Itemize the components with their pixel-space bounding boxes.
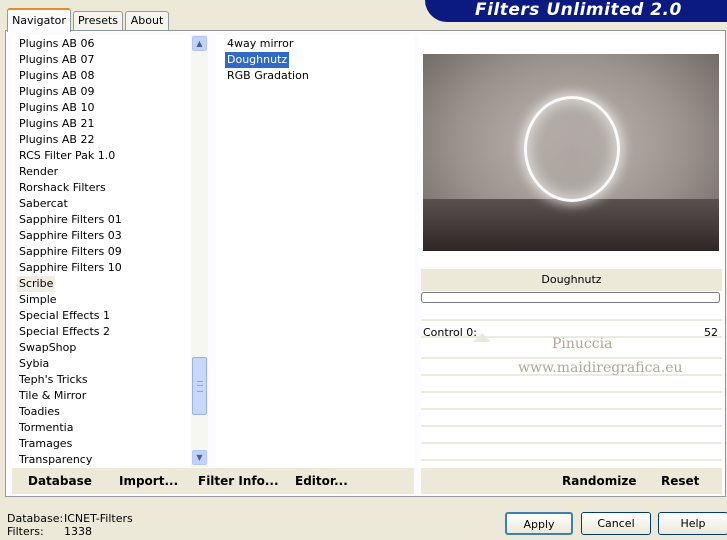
doughnut-ring <box>524 96 620 202</box>
category-item[interactable]: Sybia <box>19 356 49 372</box>
filter-item[interactable]: 4way mirror <box>225 36 295 52</box>
filters-label: Filters: <box>7 525 44 538</box>
progress-bar <box>421 292 720 303</box>
category-item[interactable]: Render <box>19 164 58 180</box>
import-button[interactable]: Import... <box>119 474 178 488</box>
category-item[interactable]: Special Effects 1 <box>19 308 110 324</box>
category-item[interactable]: Special Effects 2 <box>19 324 110 340</box>
database-label: Database: <box>7 512 64 525</box>
editor-button[interactable]: Editor... <box>295 474 348 488</box>
database-value: ICNET-Filters <box>64 512 133 525</box>
filter-item[interactable]: Doughnutz <box>225 52 290 68</box>
category-item[interactable]: Sabercat <box>19 196 68 212</box>
filter-list[interactable]: 4way mirror Doughnutz RGB Gradation <box>216 35 414 467</box>
category-item[interactable]: Simple <box>19 292 57 308</box>
apply-button[interactable]: Apply <box>505 512 573 535</box>
category-item[interactable]: Plugins AB 22 <box>19 132 94 148</box>
filters-count: 1338 <box>64 525 92 538</box>
scroll-up-button[interactable]: ▲ <box>192 36 207 51</box>
preview-image <box>423 54 719 251</box>
preview-floor <box>423 199 719 251</box>
tab-presets[interactable]: Presets <box>73 11 123 30</box>
category-item[interactable]: SwapShop <box>19 340 76 356</box>
category-item[interactable]: Plugins AB 08 <box>19 68 94 84</box>
help-button[interactable]: Help <box>658 512 727 535</box>
control-0-slider[interactable] <box>473 333 491 342</box>
category-item[interactable]: Plugins AB 09 <box>19 84 94 100</box>
category-item[interactable]: Transparency <box>19 452 92 467</box>
database-button[interactable]: Database <box>28 474 92 488</box>
tab-about[interactable]: About <box>125 11 169 30</box>
category-item[interactable]: Plugins AB 10 <box>19 100 94 116</box>
category-item[interactable]: Tramages <box>19 436 72 452</box>
category-scrollbar[interactable]: ▲ ▼ <box>191 35 208 467</box>
category-item[interactable]: Tile & Mirror <box>19 388 86 404</box>
category-item[interactable]: Sapphire Filters 03 <box>19 228 122 244</box>
scroll-thumb[interactable] <box>192 357 207 415</box>
category-item[interactable]: Sapphire Filters 01 <box>19 212 122 228</box>
tab-navigator[interactable]: Navigator <box>7 8 71 32</box>
category-item[interactable]: Sapphire Filters 10 <box>19 260 122 276</box>
category-item[interactable]: Scribe <box>17 276 56 292</box>
category-item[interactable]: Sapphire Filters 09 <box>19 244 122 260</box>
category-item[interactable]: Teph's Tricks <box>19 372 88 388</box>
grip-icon <box>197 381 203 392</box>
filter-info-button[interactable]: Filter Info... <box>198 474 279 488</box>
category-item[interactable]: Plugins AB 06 <box>19 36 94 52</box>
watermark-url: www.maidiregrafica.eu <box>518 360 683 376</box>
filter-item[interactable]: RGB Gradation <box>225 68 311 84</box>
watermark-name: Pinuccia <box>552 336 613 352</box>
category-item[interactable]: Plugins AB 07 <box>19 52 94 68</box>
scroll-down-button[interactable]: ▼ <box>192 450 207 465</box>
category-item[interactable]: Toadies <box>19 404 60 420</box>
category-item[interactable]: Rorshack Filters <box>19 180 106 196</box>
app-title: Filters Unlimited 2.0 <box>475 0 682 20</box>
cancel-button[interactable]: Cancel <box>581 512 651 535</box>
category-item[interactable]: RCS Filter Pak 1.0 <box>19 148 115 164</box>
category-list[interactable]: Plugins AB 06 Plugins AB 07 Plugins AB 08 P… <box>12 35 190 467</box>
category-item[interactable]: Tormentia <box>19 420 73 436</box>
control-0-value[interactable]: 52 <box>690 326 718 339</box>
randomize-button[interactable]: Randomize <box>562 474 636 488</box>
category-item[interactable]: Plugins AB 21 <box>19 116 94 132</box>
control-0-label: Control 0: <box>423 326 477 339</box>
reset-button[interactable]: Reset <box>661 474 699 488</box>
filter-title: Doughnutz <box>421 269 722 291</box>
